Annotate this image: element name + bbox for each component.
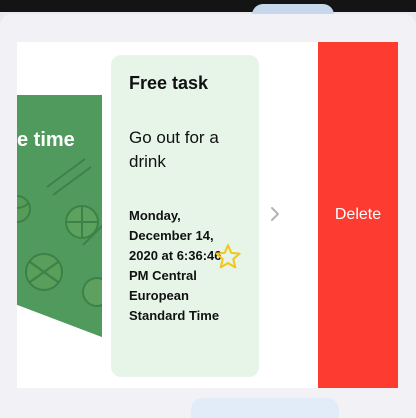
image-card-title: e time <box>17 129 75 151</box>
image-card[interactable]: e time <box>17 95 102 337</box>
chevron-right-icon <box>271 207 279 221</box>
star-icon[interactable] <box>213 242 243 272</box>
delete-button[interactable]: Delete <box>318 42 398 388</box>
status-bar <box>0 0 416 12</box>
bottom-pill <box>191 398 339 418</box>
task-title: Go out for a drink <box>129 128 219 171</box>
task-kind-label: Free task <box>129 73 209 93</box>
task-list[interactable]: e time Free task Go out for a drink Mond… <box>17 42 398 388</box>
task-card[interactable]: Free task Go out for a drink Monday, Dec… <box>111 55 259 377</box>
